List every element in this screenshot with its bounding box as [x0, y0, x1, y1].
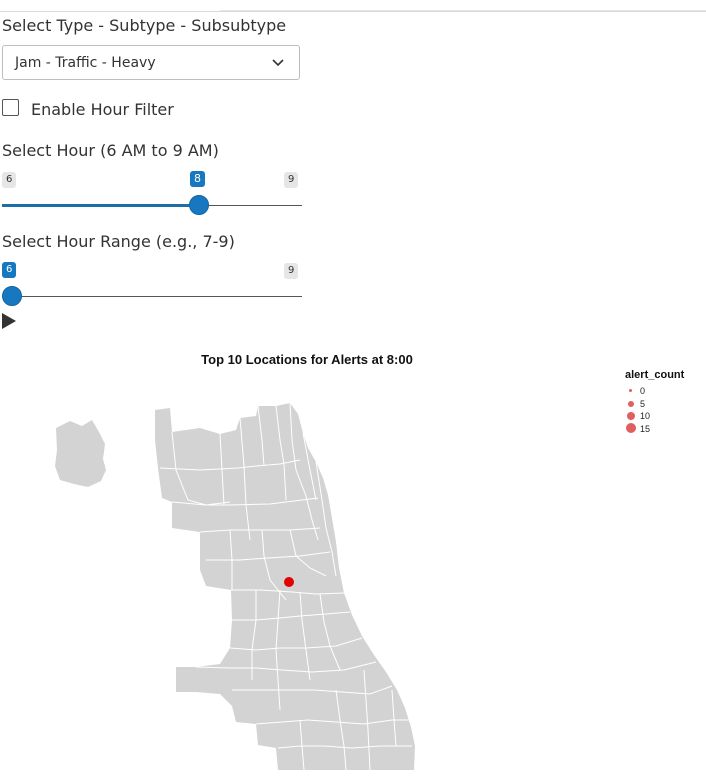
play-icon[interactable]	[2, 313, 16, 329]
hour-slider-max: 9	[284, 172, 299, 188]
hour-slider-value: 8	[190, 171, 205, 187]
chevron-down-icon	[272, 59, 284, 67]
hour-range-min-value: 6	[2, 262, 17, 278]
type-select-value: Jam - Traffic - Heavy	[15, 55, 156, 71]
hour-range-track[interactable]	[2, 296, 302, 297]
hour-range-max: 9	[284, 263, 299, 279]
hour-slider-label: Select Hour (6 AM to 9 AM)	[2, 141, 219, 160]
divider	[0, 11, 706, 12]
hour-slider-min: 6	[2, 172, 17, 188]
type-select-label: Select Type - Subtype - Subsubtype	[2, 16, 287, 35]
hour-range-label: Select Hour Range (e.g., 7-9)	[2, 232, 235, 251]
hour-slider-handle[interactable]	[189, 195, 209, 215]
hour-range-handle[interactable]	[2, 286, 22, 306]
chicago-map	[55, 402, 415, 771]
hour-slider-fill	[2, 204, 198, 207]
type-select-dropdown[interactable]: Jam - Traffic - Heavy	[2, 45, 300, 80]
chart-title: Top 10 Locations for Alerts at 8:00	[201, 352, 413, 367]
alert-point	[284, 577, 294, 587]
hour-filter-label: Enable Hour Filter	[31, 100, 174, 119]
top-bar-fragment	[220, 0, 706, 11]
hour-filter-checkbox[interactable]	[2, 99, 19, 116]
